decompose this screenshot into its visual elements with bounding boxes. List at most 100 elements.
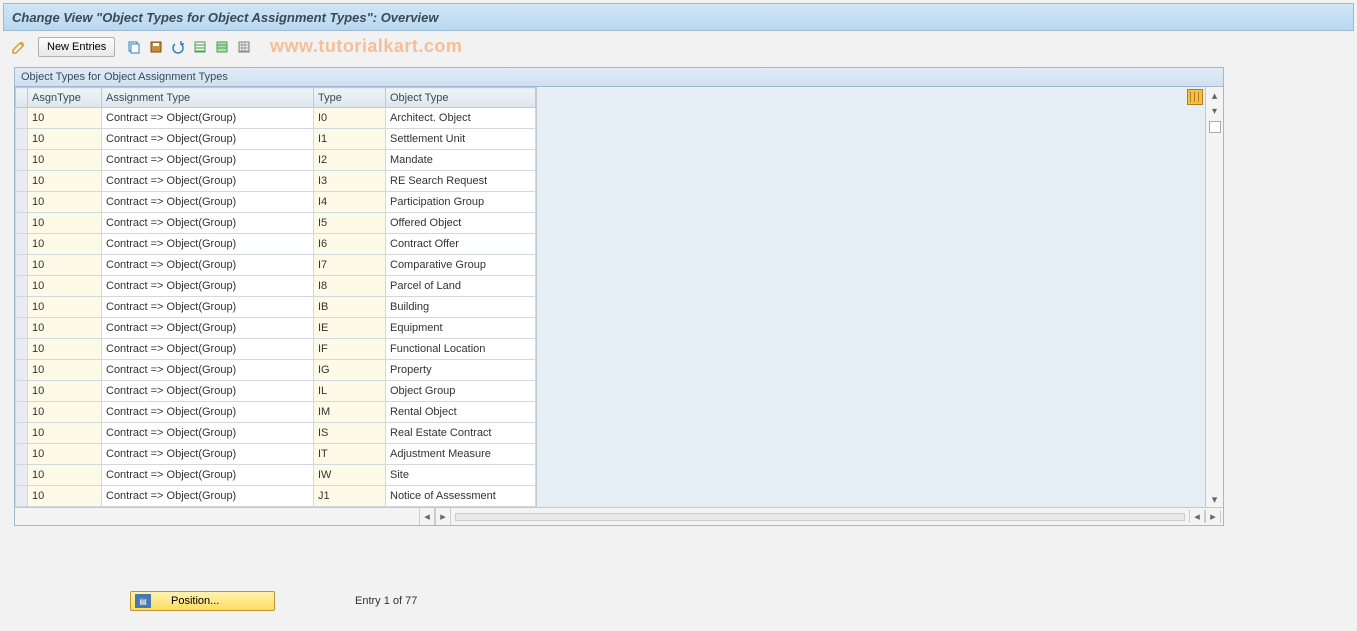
footer: ▤ Position... Entry 1 of 77 xyxy=(0,591,1357,611)
cell-asgn-type[interactable]: 10 xyxy=(28,171,102,192)
cell-asgn-type[interactable]: 10 xyxy=(28,213,102,234)
new-entries-label: New Entries xyxy=(47,41,106,53)
row-selector[interactable] xyxy=(16,360,28,381)
cell-type[interactable]: I0 xyxy=(314,108,386,129)
cell-assignment-type: Contract => Object(Group) xyxy=(102,255,314,276)
cell-asgn-type[interactable]: 10 xyxy=(28,234,102,255)
copy-as-icon[interactable] xyxy=(125,38,143,56)
toolbar: New Entries www.tutorialkart.com xyxy=(0,31,1357,63)
cell-asgn-type[interactable]: 10 xyxy=(28,381,102,402)
cell-asgn-type[interactable]: 10 xyxy=(28,360,102,381)
cell-object-type: Site xyxy=(386,465,536,486)
hscroll-end-right-icon[interactable]: ▸ xyxy=(1205,510,1221,523)
table-row: 10Contract => Object(Group)IGProperty xyxy=(16,360,536,381)
position-button[interactable]: ▤ Position... xyxy=(130,591,275,611)
cell-type[interactable]: I3 xyxy=(314,171,386,192)
cell-type[interactable]: I7 xyxy=(314,255,386,276)
row-selector[interactable] xyxy=(16,444,28,465)
hscroll-left-icon[interactable]: ◂ xyxy=(419,508,435,525)
cell-asgn-type[interactable]: 10 xyxy=(28,276,102,297)
cell-asgn-type[interactable]: 10 xyxy=(28,465,102,486)
cell-asgn-type[interactable]: 10 xyxy=(28,297,102,318)
row-selector-header[interactable] xyxy=(16,88,28,108)
cell-object-type: Mandate xyxy=(386,150,536,171)
cell-asgn-type[interactable]: 10 xyxy=(28,255,102,276)
page-title: Change View "Object Types for Object Ass… xyxy=(12,10,439,25)
row-selector[interactable] xyxy=(16,150,28,171)
vertical-scrollbar[interactable]: ▴ ▾ ▾ xyxy=(1205,87,1223,507)
cell-type[interactable]: J1 xyxy=(314,486,386,507)
toggle-change-icon[interactable] xyxy=(10,38,28,56)
cell-type[interactable]: IG xyxy=(314,360,386,381)
cell-type[interactable]: IW xyxy=(314,465,386,486)
row-selector[interactable] xyxy=(16,234,28,255)
cell-asgn-type[interactable]: 10 xyxy=(28,192,102,213)
cell-asgn-type[interactable]: 10 xyxy=(28,339,102,360)
hscroll-end-left-icon[interactable]: ◂ xyxy=(1189,510,1205,523)
cell-asgn-type[interactable]: 10 xyxy=(28,129,102,150)
scroll-track[interactable] xyxy=(1206,135,1223,491)
cell-object-type: Rental Object xyxy=(386,402,536,423)
column-assignment-type[interactable]: Assignment Type xyxy=(102,88,314,108)
cell-asgn-type[interactable]: 10 xyxy=(28,423,102,444)
select-all-icon[interactable] xyxy=(191,38,209,56)
table-row: 10Contract => Object(Group)I4Participati… xyxy=(16,192,536,213)
cell-type[interactable]: I4 xyxy=(314,192,386,213)
row-selector[interactable] xyxy=(16,129,28,150)
table-header-row: AsgnType Assignment Type Type Object Typ… xyxy=(16,88,536,108)
cell-asgn-type[interactable]: 10 xyxy=(28,318,102,339)
row-selector[interactable] xyxy=(16,339,28,360)
hscroll-track[interactable] xyxy=(455,513,1185,521)
undo-icon[interactable] xyxy=(169,38,187,56)
row-selector[interactable] xyxy=(16,171,28,192)
cell-assignment-type: Contract => Object(Group) xyxy=(102,318,314,339)
cell-asgn-type[interactable]: 10 xyxy=(28,150,102,171)
new-entries-button[interactable]: New Entries xyxy=(38,37,115,57)
cell-type[interactable]: IS xyxy=(314,423,386,444)
scroll-down-icon[interactable]: ▾ xyxy=(1206,491,1223,507)
title-bar: Change View "Object Types for Object Ass… xyxy=(3,3,1354,31)
cell-type[interactable]: IF xyxy=(314,339,386,360)
select-block-icon[interactable] xyxy=(213,38,231,56)
table-empty-area xyxy=(537,87,1205,507)
column-asgn-type[interactable]: AsgnType xyxy=(28,88,102,108)
row-selector[interactable] xyxy=(16,318,28,339)
cell-type[interactable]: I5 xyxy=(314,213,386,234)
row-selector[interactable] xyxy=(16,486,28,507)
delete-icon[interactable] xyxy=(147,38,165,56)
cell-asgn-type[interactable]: 10 xyxy=(28,108,102,129)
row-selector[interactable] xyxy=(16,213,28,234)
row-selector[interactable] xyxy=(16,297,28,318)
row-selector[interactable] xyxy=(16,255,28,276)
deselect-all-icon[interactable] xyxy=(235,38,253,56)
column-type[interactable]: Type xyxy=(314,88,386,108)
cell-type[interactable]: I6 xyxy=(314,234,386,255)
cell-type[interactable]: IB xyxy=(314,297,386,318)
cell-type[interactable]: I8 xyxy=(314,276,386,297)
cell-type[interactable]: IL xyxy=(314,381,386,402)
cell-object-type: Comparative Group xyxy=(386,255,536,276)
row-selector[interactable] xyxy=(16,423,28,444)
cell-type[interactable]: IM xyxy=(314,402,386,423)
row-selector[interactable] xyxy=(16,402,28,423)
row-selector[interactable] xyxy=(16,465,28,486)
cell-type[interactable]: I1 xyxy=(314,129,386,150)
cell-assignment-type: Contract => Object(Group) xyxy=(102,276,314,297)
cell-type[interactable]: IT xyxy=(314,444,386,465)
cell-type[interactable]: IE xyxy=(314,318,386,339)
cell-asgn-type[interactable]: 10 xyxy=(28,402,102,423)
scroll-page-up-icon[interactable]: ▾ xyxy=(1206,103,1223,119)
table-settings-icon[interactable] xyxy=(1187,89,1203,105)
row-selector[interactable] xyxy=(16,108,28,129)
hscroll-right-icon[interactable]: ▸ xyxy=(435,508,451,525)
cell-assignment-type: Contract => Object(Group) xyxy=(102,381,314,402)
cell-asgn-type[interactable]: 10 xyxy=(28,486,102,507)
row-selector[interactable] xyxy=(16,381,28,402)
scroll-up-icon[interactable]: ▴ xyxy=(1206,87,1223,103)
cell-asgn-type[interactable]: 10 xyxy=(28,444,102,465)
row-selector[interactable] xyxy=(16,192,28,213)
row-selector[interactable] xyxy=(16,276,28,297)
column-object-type[interactable]: Object Type xyxy=(386,88,536,108)
cell-type[interactable]: I2 xyxy=(314,150,386,171)
scroll-thumb[interactable] xyxy=(1209,121,1221,133)
